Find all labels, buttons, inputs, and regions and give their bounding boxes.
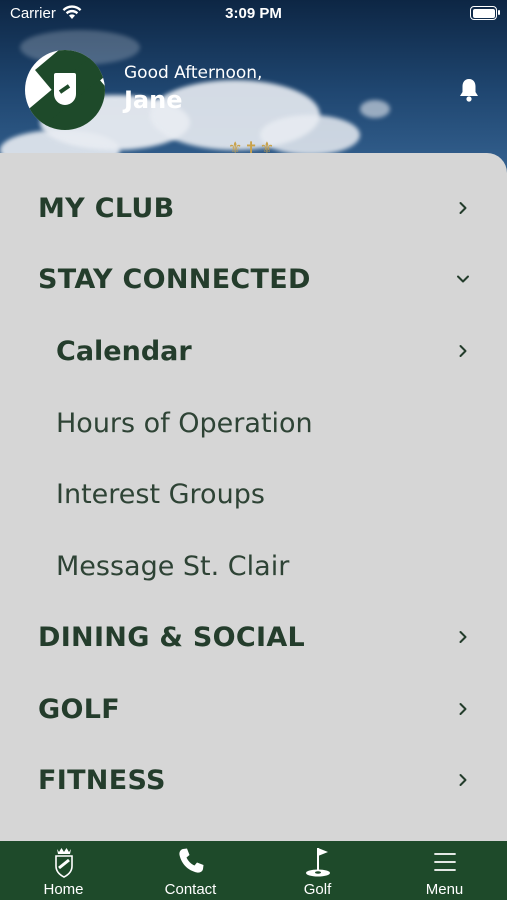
tab-bar: Home Contact Golf Menu	[0, 841, 507, 900]
menu-item-label: Hours of Operation	[56, 407, 313, 439]
menu-item-label: Interest Groups	[56, 478, 265, 510]
golf-flag-icon	[305, 848, 330, 877]
menu-item-label: Calendar	[56, 335, 192, 367]
menu-item-stay-connected[interactable]: STAY CONNECTED	[0, 249, 507, 309]
tab-menu[interactable]: Menu	[381, 841, 507, 900]
menu-subitem-calendar[interactable]: Calendar	[0, 321, 507, 381]
menu-subitem-interest-groups[interactable]: Interest Groups	[0, 464, 507, 524]
menu-item-label: GOLF	[38, 693, 120, 725]
menu-item-label: MY CLUB	[38, 192, 175, 224]
chevron-right-icon	[459, 631, 467, 643]
menu-panel: MY CLUB STAY CONNECTED Calendar Hours of…	[0, 153, 507, 841]
tab-label: Contact	[164, 881, 217, 898]
tab-label: Home	[43, 881, 84, 898]
menu-item-label: FITNESS	[38, 764, 166, 796]
clock: 3:09 PM	[225, 5, 282, 22]
menu-item-label: Message St. Clair	[56, 550, 290, 582]
battery-icon	[470, 6, 500, 20]
tab-home[interactable]: Home	[0, 841, 127, 900]
tab-golf[interactable]: Golf	[254, 841, 381, 900]
menu-item-my-club[interactable]: MY CLUB	[0, 178, 507, 238]
hamburger-icon	[433, 853, 456, 871]
menu-item-label: STAY CONNECTED	[38, 263, 311, 295]
menu-item-label: DINING & SOCIAL	[38, 621, 306, 653]
chevron-right-icon	[459, 774, 467, 786]
menu-item-golf[interactable]: GOLF	[0, 679, 507, 739]
chevron-right-icon	[459, 703, 467, 715]
tab-contact[interactable]: Contact	[127, 841, 254, 900]
chevron-down-icon	[457, 275, 469, 283]
crest-icon	[54, 848, 73, 878]
menu-item-dining-social[interactable]: DINING & SOCIAL	[0, 607, 507, 667]
club-logo[interactable]	[25, 50, 105, 130]
bell-icon[interactable]	[457, 77, 481, 103]
menu-subitem-hours-of-operation[interactable]: Hours of Operation	[0, 393, 507, 453]
greeting-text: Good Afternoon,	[124, 63, 263, 83]
tab-label: Golf	[303, 881, 332, 898]
user-name: Jane	[124, 86, 183, 114]
chevron-right-icon	[459, 202, 467, 214]
status-bar: Carrier 3:09 PM	[0, 0, 507, 28]
tab-label: Menu	[425, 881, 464, 898]
chevron-right-icon	[459, 345, 467, 357]
menu-item-fitness[interactable]: FITNESS	[0, 750, 507, 810]
menu-subitem-message-st-clair[interactable]: Message St. Clair	[0, 536, 507, 596]
phone-icon	[178, 848, 203, 873]
crest-icon	[53, 72, 77, 106]
